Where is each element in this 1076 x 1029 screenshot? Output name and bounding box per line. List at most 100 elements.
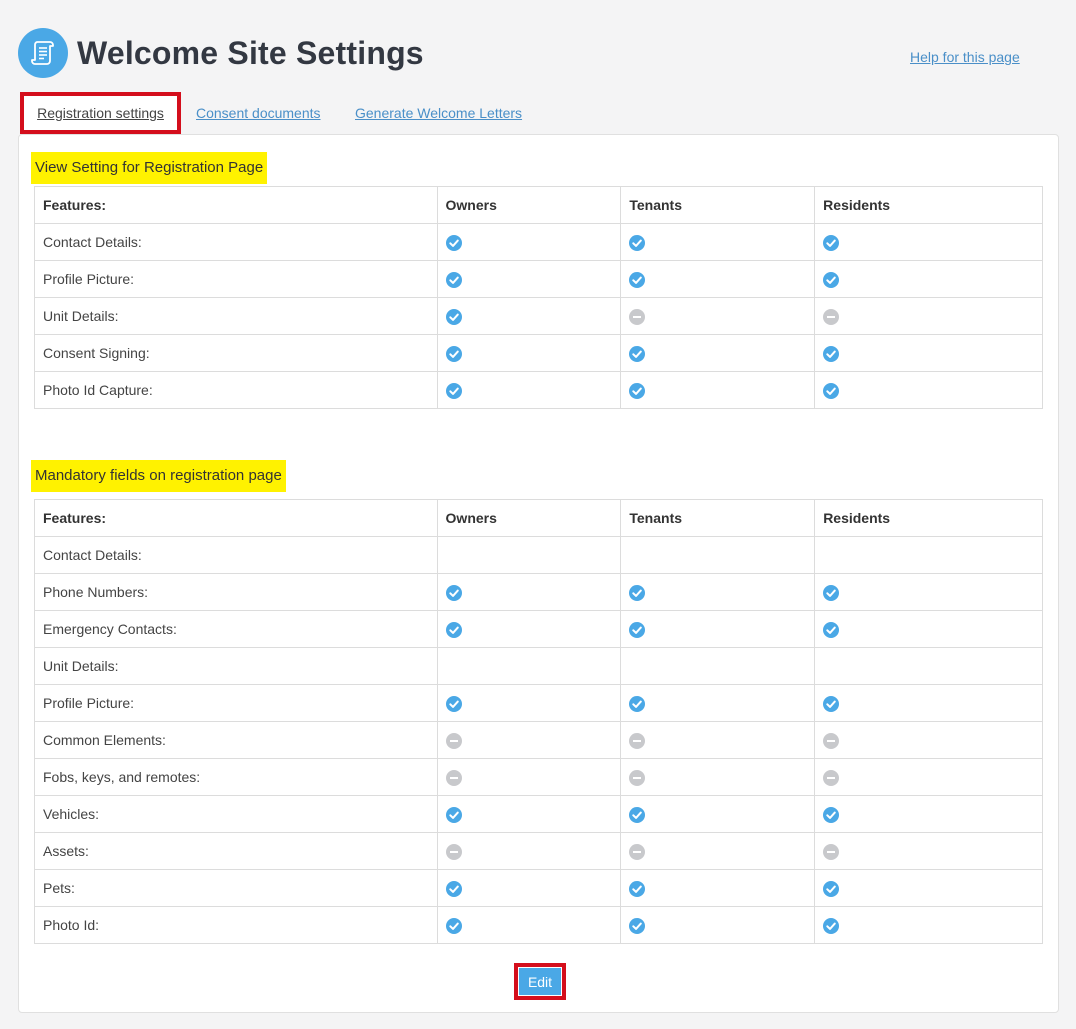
table-row: Consent Signing: — [34, 334, 1043, 372]
check-circle-icon — [445, 917, 462, 934]
minus-circle-icon — [629, 843, 646, 860]
table-row: Pets: — [34, 869, 1043, 907]
feature-label: Photo Id: — [34, 906, 438, 944]
mandatory-fields-heading: Mandatory fields on registration page — [31, 460, 286, 492]
column-header: Features: — [34, 499, 438, 537]
residents-cell — [814, 758, 1043, 796]
owners-cell — [436, 869, 622, 907]
feature-label: Unit Details: — [34, 647, 438, 685]
feature-label: Pets: — [34, 869, 438, 907]
feature-label: Consent Signing: — [34, 334, 438, 372]
table-row: Vehicles: — [34, 795, 1043, 833]
tab-registration-settings[interactable]: Registration settings — [20, 92, 181, 134]
check-circle-icon — [629, 917, 646, 934]
residents-cell — [814, 906, 1043, 944]
table-row: Photo Id Capture: — [34, 371, 1043, 409]
check-circle-icon — [823, 271, 840, 288]
check-circle-icon — [823, 584, 840, 601]
tenants-cell — [620, 297, 816, 335]
page-icon — [18, 28, 68, 78]
view-settings-table: Features: Owners Tenants Residents Conta… — [34, 186, 1043, 409]
feature-label: Profile Picture: — [34, 260, 438, 298]
tab-generate-welcome-letters[interactable]: Generate Welcome Letters — [355, 92, 522, 134]
residents-cell — [814, 610, 1043, 648]
tenants-cell — [620, 260, 816, 298]
check-circle-icon — [823, 234, 840, 251]
residents-cell — [814, 647, 1043, 685]
table-row: Photo Id: — [34, 906, 1043, 944]
minus-circle-icon — [629, 732, 646, 749]
minus-circle-icon — [823, 843, 840, 860]
minus-circle-icon — [823, 732, 840, 749]
residents-cell — [814, 334, 1043, 372]
table-row: Contact Details: — [34, 223, 1043, 261]
owners-cell — [436, 223, 622, 261]
owners-cell — [436, 795, 622, 833]
residents-cell — [814, 573, 1043, 611]
edit-button[interactable]: Edit — [519, 968, 561, 995]
table-row: Profile Picture: — [34, 684, 1043, 722]
feature-label: Contact Details: — [34, 223, 438, 261]
feature-label: Unit Details: — [34, 297, 438, 335]
edit-button-highlight: Edit — [514, 963, 566, 1000]
tenants-cell — [620, 869, 816, 907]
check-circle-icon — [445, 621, 462, 638]
check-circle-icon — [445, 234, 462, 251]
residents-cell — [814, 371, 1043, 409]
feature-label: Photo Id Capture: — [34, 371, 438, 409]
residents-cell — [814, 297, 1043, 335]
tenants-cell — [620, 334, 816, 372]
check-circle-icon — [823, 880, 840, 897]
check-circle-icon — [629, 806, 646, 823]
check-circle-icon — [823, 917, 840, 934]
check-circle-icon — [445, 806, 462, 823]
owners-cell — [436, 297, 622, 335]
tab-consent-documents[interactable]: Consent documents — [196, 92, 321, 134]
feature-label: Emergency Contacts: — [34, 610, 438, 648]
column-header: Owners — [436, 186, 622, 224]
column-header: Owners — [436, 499, 622, 537]
residents-cell — [814, 223, 1043, 261]
residents-cell — [814, 684, 1043, 722]
feature-label: Contact Details: — [34, 536, 438, 574]
tenants-cell — [620, 758, 816, 796]
check-circle-icon — [629, 345, 646, 362]
view-settings-heading: View Setting for Registration Page — [31, 152, 268, 184]
check-circle-icon — [629, 621, 646, 638]
owners-cell — [436, 832, 622, 870]
feature-label: Fobs, keys, and remotes: — [34, 758, 438, 796]
column-header: Tenants — [620, 186, 816, 224]
table-header-row: Features: Owners Tenants Residents — [34, 499, 1043, 537]
table-row: Common Elements: — [34, 721, 1043, 759]
check-circle-icon — [445, 880, 462, 897]
owners-cell — [436, 371, 622, 409]
check-circle-icon — [823, 695, 840, 712]
residents-cell — [814, 869, 1043, 907]
feature-label: Vehicles: — [34, 795, 438, 833]
table-row: Phone Numbers: — [34, 573, 1043, 611]
check-circle-icon — [823, 345, 840, 362]
check-circle-icon — [445, 695, 462, 712]
check-circle-icon — [445, 584, 462, 601]
owners-cell — [436, 647, 622, 685]
check-circle-icon — [445, 382, 462, 399]
tenants-cell — [620, 906, 816, 944]
table-row: Unit Details: — [34, 297, 1043, 335]
owners-cell — [436, 684, 622, 722]
help-link[interactable]: Help for this page — [910, 49, 1020, 65]
minus-circle-icon — [445, 843, 462, 860]
mandatory-fields-table: Features: Owners Tenants Residents Conta… — [34, 499, 1043, 944]
residents-cell — [814, 795, 1043, 833]
owners-cell — [436, 721, 622, 759]
residents-cell — [814, 721, 1043, 759]
feature-label: Profile Picture: — [34, 684, 438, 722]
feature-label: Assets: — [34, 832, 438, 870]
table-row: Contact Details: — [34, 536, 1043, 574]
tenants-cell — [620, 795, 816, 833]
check-circle-icon — [629, 234, 646, 251]
owners-cell — [436, 610, 622, 648]
column-header: Features: — [34, 186, 438, 224]
check-circle-icon — [823, 806, 840, 823]
check-circle-icon — [823, 382, 840, 399]
table-row: Emergency Contacts: — [34, 610, 1043, 648]
